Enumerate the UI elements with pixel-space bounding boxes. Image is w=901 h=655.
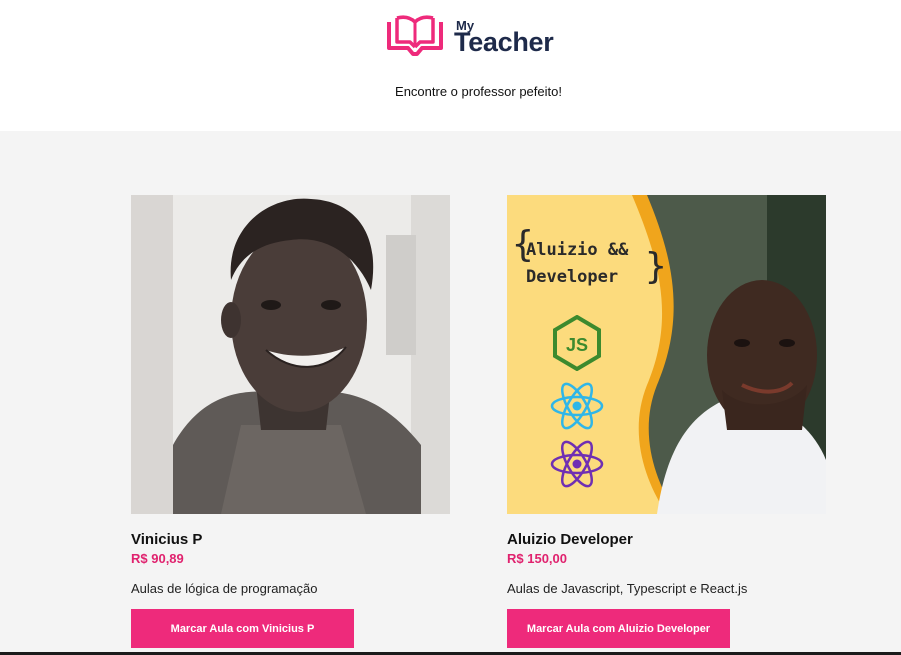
react-icon: [550, 382, 604, 430]
logo-teacher-text: Teacher: [454, 27, 554, 57]
book-lesson-button[interactable]: Marcar Aula com Vinicius P: [131, 609, 354, 648]
header: My Teacher Encontre o professor pefeito!: [0, 0, 901, 131]
teacher-description: Aulas de Javascript, Typescript e React.…: [507, 581, 748, 596]
teacher-photo: [131, 195, 450, 514]
teacher-card: { Aluizio && Developer } JS Aluizio Deve…: [507, 195, 827, 648]
logo[interactable]: My Teacher: [386, 14, 576, 58]
teacher-name: Aluizio Developer: [507, 531, 633, 548]
teacher-card: Vinicius P R$ 90,89 Aulas de lógica de p…: [131, 195, 451, 648]
teacher-photo: { Aluizio && Developer } JS: [507, 195, 826, 514]
teacher-price: R$ 90,89: [131, 551, 184, 566]
nodejs-icon: JS: [553, 315, 601, 371]
portrait-image: [131, 195, 450, 514]
book-lesson-button[interactable]: Marcar Aula com Aluizio Developer: [507, 609, 730, 648]
banner-line1: Aluizio &&: [526, 240, 629, 260]
redux-icon: [550, 440, 604, 488]
open-book-icon: [387, 15, 443, 56]
teacher-description: Aulas de lógica de programação: [131, 581, 318, 596]
banner-line2: Developer: [526, 267, 619, 287]
js-label: JS: [566, 335, 588, 355]
tagline: Encontre o professor pefeito!: [395, 84, 562, 99]
teacher-price: R$ 150,00: [507, 551, 567, 566]
teacher-name: Vinicius P: [131, 531, 203, 548]
